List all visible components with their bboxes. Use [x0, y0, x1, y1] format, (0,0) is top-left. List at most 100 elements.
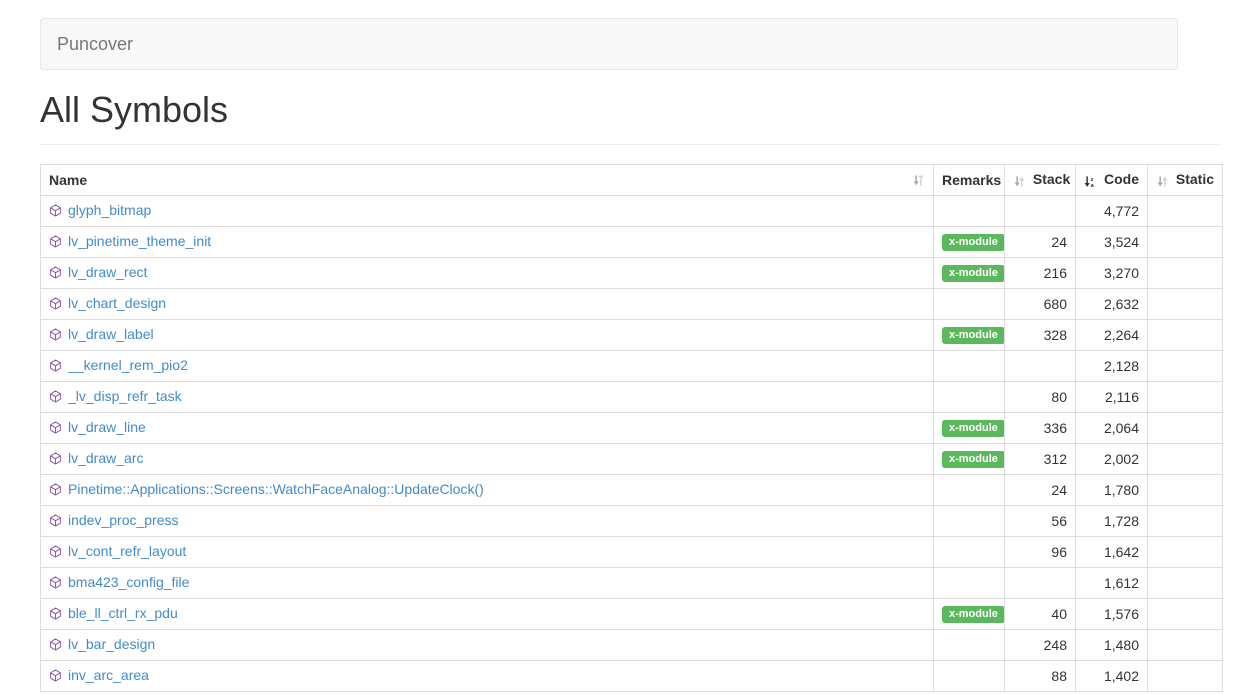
symbol-link[interactable]: lv_chart_design [68, 295, 166, 311]
static-value [1148, 195, 1223, 226]
stack-value: 56 [1005, 505, 1076, 536]
symbol-name-cell: lv_cont_refr_layout [41, 536, 934, 567]
remarks-cell [934, 288, 1005, 319]
symbol-name-cell: bma423_config_file [41, 567, 934, 598]
code-value: 3,524 [1076, 226, 1148, 257]
stack-value [1005, 567, 1076, 598]
symbol-name-cell: __kernel_rem_pio2 [41, 350, 934, 381]
symbol-link[interactable]: lv_draw_label [68, 326, 154, 342]
symbol-link[interactable]: lv_bar_design [68, 636, 155, 652]
code-value: 2,064 [1076, 412, 1148, 443]
column-label-name: Name [49, 172, 87, 188]
cube-icon [49, 607, 62, 623]
code-value: 2,128 [1076, 350, 1148, 381]
static-value [1148, 350, 1223, 381]
symbol-link[interactable]: glyph_bitmap [68, 202, 151, 218]
column-label-remarks: Remarks [942, 172, 1001, 188]
symbol-link[interactable]: lv_draw_arc [68, 450, 143, 466]
code-value: 1,642 [1076, 536, 1148, 567]
symbol-link[interactable]: _lv_disp_refr_task [68, 388, 182, 404]
symbol-link[interactable]: indev_proc_press [68, 512, 179, 528]
column-header-name[interactable]: Name [41, 164, 934, 195]
cube-icon [49, 204, 62, 220]
stack-value: 336 [1005, 412, 1076, 443]
symbols-table: Name Remarks [40, 164, 1223, 692]
stack-value: 680 [1005, 288, 1076, 319]
symbol-link[interactable]: lv_draw_line [68, 419, 146, 435]
table-row: indev_proc_press 56 1,728 [41, 505, 1223, 536]
static-value [1148, 474, 1223, 505]
code-value: 1,780 [1076, 474, 1148, 505]
navbar: Puncover [40, 18, 1178, 70]
symbol-name-cell: inv_arc_area [41, 660, 934, 691]
symbol-name-cell: lv_draw_rect [41, 257, 934, 288]
code-value: 1,480 [1076, 629, 1148, 660]
x-module-badge: x-module [942, 265, 1005, 282]
symbol-link[interactable]: lv_draw_rect [68, 264, 147, 280]
symbol-name-cell: _lv_disp_refr_task [41, 381, 934, 412]
remarks-cell: x-module [934, 598, 1005, 629]
column-header-code[interactable]: z a Code [1076, 164, 1148, 195]
symbol-link[interactable]: lv_pinetime_theme_init [68, 233, 211, 249]
static-value [1148, 598, 1223, 629]
symbol-link[interactable]: bma423_config_file [68, 574, 189, 590]
symbol-link[interactable]: ble_ll_ctrl_rx_pdu [68, 605, 178, 621]
stack-value: 88 [1005, 660, 1076, 691]
symbol-link[interactable]: inv_arc_area [68, 667, 149, 683]
table-row: glyph_bitmap 4,772 [41, 195, 1223, 226]
table-row: lv_bar_design 248 1,480 [41, 629, 1223, 660]
column-header-remarks: Remarks [934, 164, 1005, 195]
stack-value: 96 [1005, 536, 1076, 567]
table-row: inv_arc_area 88 1,402 [41, 660, 1223, 691]
symbol-name-cell: lv_draw_label [41, 319, 934, 350]
cube-icon [49, 266, 62, 282]
symbol-link[interactable]: lv_cont_refr_layout [68, 543, 186, 559]
static-value [1148, 629, 1223, 660]
stack-value: 328 [1005, 319, 1076, 350]
column-header-stack[interactable]: Stack [1005, 164, 1076, 195]
svg-text:z: z [1091, 177, 1094, 183]
remarks-cell [934, 381, 1005, 412]
code-value: 3,270 [1076, 257, 1148, 288]
cube-icon [49, 669, 62, 685]
cube-icon [49, 235, 62, 251]
remarks-cell [934, 350, 1005, 381]
table-row: bma423_config_file 1,612 [41, 567, 1223, 598]
symbol-link[interactable]: Pinetime::Applications::Screens::WatchFa… [68, 481, 484, 497]
cube-icon [49, 514, 62, 530]
cube-icon [49, 390, 62, 406]
x-module-badge: x-module [942, 451, 1005, 468]
table-header-row: Name Remarks [41, 164, 1223, 195]
cube-icon [49, 545, 62, 561]
table-row: ble_ll_ctrl_rx_pdu x-module 40 1,576 [41, 598, 1223, 629]
stack-value: 248 [1005, 629, 1076, 660]
symbol-name-cell: lv_pinetime_theme_init [41, 226, 934, 257]
remarks-cell [934, 536, 1005, 567]
remarks-cell [934, 505, 1005, 536]
remarks-cell [934, 195, 1005, 226]
code-value: 1,612 [1076, 567, 1148, 598]
symbol-name-cell: lv_draw_line [41, 412, 934, 443]
table-row: lv_chart_design 680 2,632 [41, 288, 1223, 319]
column-header-static[interactable]: Static [1148, 164, 1223, 195]
cube-icon [49, 638, 62, 654]
code-value: 2,264 [1076, 319, 1148, 350]
remarks-cell [934, 474, 1005, 505]
remarks-cell: x-module [934, 443, 1005, 474]
static-value [1148, 505, 1223, 536]
symbol-link[interactable]: __kernel_rem_pio2 [68, 357, 188, 373]
static-value [1148, 226, 1223, 257]
navbar-brand[interactable]: Puncover [41, 34, 133, 55]
stack-value: 24 [1005, 474, 1076, 505]
svg-text:a: a [1091, 183, 1095, 188]
code-value: 4,772 [1076, 195, 1148, 226]
sort-desc-za-icon: z a [1084, 173, 1101, 189]
remarks-cell: x-module [934, 257, 1005, 288]
stack-value: 40 [1005, 598, 1076, 629]
remarks-cell [934, 660, 1005, 691]
code-value: 1,402 [1076, 660, 1148, 691]
page-title: All Symbols [40, 90, 1222, 130]
remarks-cell [934, 567, 1005, 598]
code-value: 2,116 [1076, 381, 1148, 412]
cube-icon [49, 297, 62, 313]
